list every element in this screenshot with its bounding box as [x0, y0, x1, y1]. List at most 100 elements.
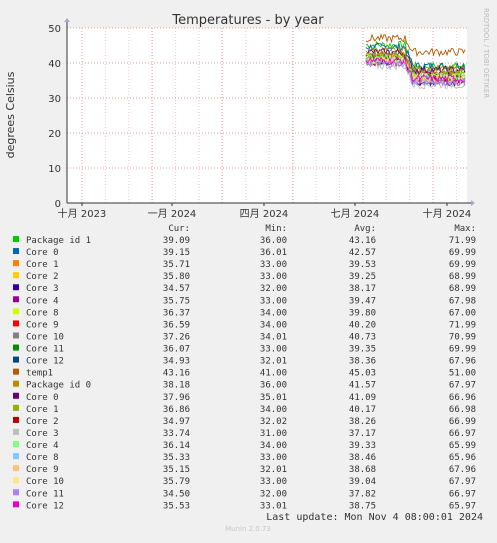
legend-series-name: Core 0 — [26, 393, 59, 403]
legend-value-max: 66.97 — [449, 489, 476, 499]
munin-version: Munin 2.0.73 — [225, 525, 271, 533]
legend-value-min: 34.00 — [260, 308, 287, 318]
legend-swatch — [13, 404, 19, 411]
x-tick-label: 四月 2024 — [240, 208, 289, 220]
legend-value-min: 31.00 — [260, 429, 287, 439]
legend-series-name: Core 1 — [26, 260, 59, 270]
legend-series-name: Core 12 — [26, 501, 64, 511]
legend-value-avg: 40.73 — [349, 332, 376, 342]
legend-value-min: 32.01 — [260, 465, 287, 475]
legend-value-max: 69.99 — [449, 248, 476, 258]
legend-series-name: Core 0 — [26, 248, 59, 258]
legend-row: Core 4 35.75 33.00 39.47 67.98 — [13, 296, 476, 306]
legend-row: temp1 43.16 41.00 45.03 51.00 — [13, 368, 476, 379]
legend-value-cur: 36.59 — [163, 320, 190, 330]
legend-series-name: Core 8 — [26, 453, 59, 463]
legend-value-cur: 39.09 — [163, 236, 190, 246]
legend-swatch — [13, 380, 19, 387]
legend-swatch — [13, 441, 19, 448]
legend-value-min: 33.00 — [260, 345, 287, 355]
y-axis-label: degrees Celsius — [4, 71, 17, 158]
x-tick-label: 七月 2024 — [331, 208, 380, 220]
plot-background — [67, 28, 467, 203]
legend-value-cur: 35.33 — [163, 453, 190, 463]
legend-value-max: 67.97 — [449, 381, 476, 391]
legend-value-cur: 35.75 — [163, 296, 190, 306]
legend-value-max: 69.99 — [449, 260, 476, 270]
legend-value-avg: 38.75 — [349, 501, 376, 511]
legend-value-cur: 36.14 — [163, 441, 190, 451]
legend-value-min: 34.00 — [260, 320, 287, 330]
legend-value-avg: 39.04 — [349, 477, 376, 487]
y-tick-label: 20 — [48, 129, 61, 140]
legend-value-min: 33.01 — [260, 501, 287, 511]
legend-value-avg: 39.80 — [349, 308, 376, 318]
legend-value-avg: 38.17 — [349, 284, 376, 294]
legend-series-name: Core 9 — [26, 465, 59, 475]
legend-swatch — [13, 416, 19, 423]
legend-value-cur: 34.57 — [163, 284, 190, 294]
legend-swatch — [13, 236, 19, 242]
legend-row: Core 3 33.74 31.00 37.17 66.97 — [13, 428, 476, 439]
legend-series-name: Core 8 — [26, 308, 59, 318]
y-tick-label: 40 — [48, 59, 61, 70]
legend-value-min: 33.00 — [260, 272, 287, 282]
legend-swatch — [13, 368, 19, 375]
legend-value-cur: 34.50 — [163, 489, 190, 499]
legend-series-name: Core 12 — [26, 357, 64, 367]
legend-value-min: 35.01 — [260, 393, 287, 403]
legend-row: Core 11 36.07 33.00 39.35 69.99 — [13, 344, 476, 355]
legend-series-name: temp1 — [26, 369, 53, 379]
legend-value-min: 36.00 — [260, 236, 287, 246]
legend-value-max: 66.98 — [449, 405, 476, 415]
legend-value-min: 36.00 — [260, 381, 287, 391]
x-tick-label: 十月 2024 — [423, 207, 472, 220]
legend-row: Core 9 35.15 32.01 38.68 67.96 — [13, 465, 476, 475]
y-axis-arrow — [64, 18, 70, 22]
legend-value-avg: 39.35 — [349, 345, 376, 355]
legend-value-cur: 38.18 — [163, 381, 190, 391]
legend-value-max: 71.99 — [449, 236, 476, 246]
legend-value-cur: 35.15 — [163, 465, 190, 475]
legend-value-cur: 33.74 — [163, 429, 190, 439]
legend-value-min: 36.01 — [260, 248, 287, 258]
legend-header-cur: Cur: — [168, 224, 190, 234]
legend-value-min: 34.00 — [260, 405, 287, 415]
legend-row: Core 1 36.86 34.00 40.17 66.98 — [13, 404, 476, 415]
legend-series-name: Core 2 — [26, 272, 59, 282]
legend-swatch — [13, 260, 19, 267]
legend-row: Package id 1 39.09 36.00 43.16 71.99 — [13, 236, 476, 246]
legend-value-min: 33.00 — [260, 296, 287, 306]
legend-swatch — [13, 296, 19, 303]
legend-value-avg: 40.20 — [349, 320, 376, 330]
legend-header-min: Min: — [265, 224, 287, 234]
legend-row: Core 11 34.50 32.00 37.82 66.97 — [13, 489, 476, 499]
legend-value-max: 69.99 — [449, 345, 476, 355]
legend-series-name: Package id 0 — [26, 381, 91, 391]
legend-series-name: Core 11 — [26, 345, 64, 355]
legend-series-name: Core 10 — [26, 477, 64, 487]
x-axis-arrow — [471, 200, 475, 206]
legend-value-max: 65.99 — [449, 441, 476, 451]
legend-row: Core 8 36.37 34.00 39.80 67.00 — [13, 308, 476, 318]
legend-value-min: 32.00 — [260, 284, 287, 294]
legend-row: Core 0 37.96 35.01 41.09 66.96 — [13, 392, 476, 403]
legend-value-max: 51.00 — [449, 369, 476, 379]
legend-series-name: Core 1 — [26, 405, 59, 415]
legend-value-max: 68.99 — [449, 272, 476, 282]
legend-value-max: 68.99 — [449, 284, 476, 294]
y-tick-label: 10 — [48, 164, 61, 175]
legend-row: Package id 0 38.18 36.00 41.57 67.97 — [13, 380, 476, 391]
legend-value-min: 32.00 — [260, 489, 287, 499]
last-update: Last update: Mon Nov 4 08:00:01 2024 — [266, 512, 483, 523]
y-tick-label: 50 — [48, 24, 61, 35]
legend-row: Core 3 34.57 32.00 38.17 68.99 — [13, 284, 476, 294]
legend-value-max: 65.96 — [449, 453, 476, 463]
legend-series-name: Core 3 — [26, 429, 59, 439]
legend-row: Core 1 35.71 33.00 39.53 69.99 — [13, 260, 476, 270]
legend-value-cur: 39.15 — [163, 248, 190, 258]
x-tick-label: 一月 2024 — [148, 208, 197, 220]
legend-value-min: 33.00 — [260, 453, 287, 463]
x-tick-label: 十月 2023 — [58, 207, 107, 220]
legend-value-cur: 37.26 — [163, 332, 190, 342]
